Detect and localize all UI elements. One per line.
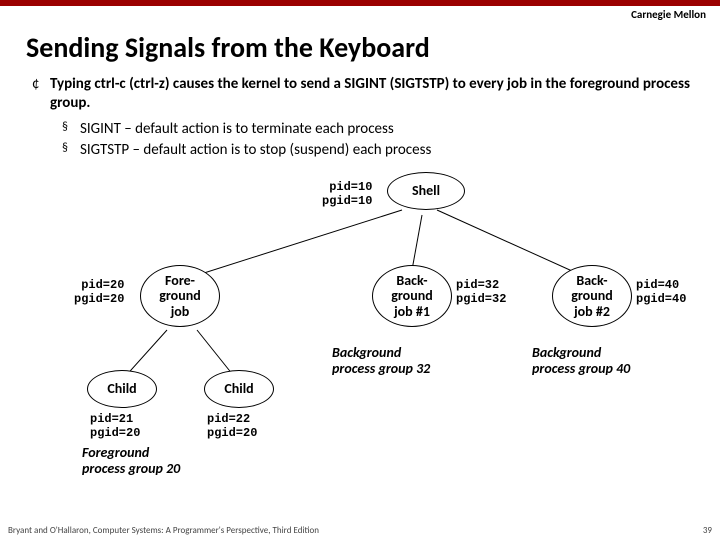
bg1-l2: ground	[391, 288, 433, 303]
grpfg-l2: process group 20	[82, 460, 180, 477]
bg1-l3: job #1	[394, 304, 430, 319]
bullet-marker: ¢	[32, 75, 50, 113]
bullet-main: ¢ Typing ctrl-c (ctrl-z) causes the kern…	[32, 75, 690, 113]
bg2-pid-label: pid=40 pgid=40	[636, 278, 686, 307]
shell-pid: pid=10	[329, 180, 372, 194]
sub-bullets: § SIGINT – default action is to terminat…	[62, 119, 690, 163]
fg-pid: pid=20	[81, 278, 124, 292]
sub-marker: §	[62, 119, 80, 141]
sub-bullet-2-text: SIGTSTP – default action is to stop (sus…	[80, 140, 431, 162]
group-40-label: Background process group 40	[532, 345, 630, 377]
child2-node: Child	[204, 370, 274, 408]
footer-left: Bryant and O'Hallaron, Computer Systems:…	[8, 525, 319, 536]
fg-l3: job	[171, 304, 190, 319]
bg2-l2: ground	[571, 288, 613, 303]
bg1-l1: Back-	[396, 273, 427, 288]
bg1-pgid: pgid=32	[456, 292, 506, 306]
slide-body: ¢ Typing ctrl-c (ctrl-z) causes the kern…	[32, 75, 690, 470]
group-fg-label: Foreground process group 20	[82, 445, 180, 477]
bg1-job-node: Back- ground job #1	[372, 265, 452, 327]
grp40-l1: Background	[532, 344, 601, 361]
c2-pid: pid=22	[207, 412, 250, 426]
page-number: 39	[703, 525, 712, 536]
grp32-l1: Background	[332, 344, 401, 361]
child1-node: Child	[87, 370, 157, 408]
sub-bullet-1: § SIGINT – default action is to terminat…	[62, 119, 690, 141]
c1-pid: pid=21	[90, 412, 133, 426]
shell-pgid: pgid=10	[322, 194, 372, 208]
sub-marker: §	[62, 140, 80, 162]
bg2-pgid: pgid=40	[636, 292, 686, 306]
accent-bar	[0, 0, 720, 6]
grp32-l2: process group 32	[332, 360, 430, 377]
group-32-label: Background process group 32	[332, 345, 430, 377]
shell-node: Shell	[387, 172, 465, 210]
fg-l2: ground	[159, 288, 201, 303]
child1-text: Child	[107, 381, 136, 396]
c1-pgid: pgid=20	[90, 426, 140, 440]
bg1-pid-label: pid=32 pgid=32	[456, 278, 506, 307]
shell-pid-label: pid=10 pgid=10	[322, 180, 372, 209]
child1-pid-label: pid=21 pgid=20	[90, 412, 140, 441]
bg2-l1: Back-	[576, 273, 607, 288]
fg-pid-label: pid=20 pgid=20	[74, 278, 124, 307]
process-tree-diagram: pid=10 pgid=10 Shell pid=20 pgid=20 Fore…	[32, 170, 690, 470]
fg-l1: Fore-	[165, 273, 195, 288]
grpfg-l1: Foreground	[82, 444, 149, 461]
bg2-pid: pid=40	[636, 278, 679, 292]
sub-bullet-2: § SIGTSTP – default action is to stop (s…	[62, 140, 690, 162]
grp40-l2: process group 40	[532, 360, 630, 377]
shell-text: Shell	[412, 183, 440, 198]
slide-footer: Bryant and O'Hallaron, Computer Systems:…	[8, 525, 712, 536]
bg2-job-node: Back- ground job #2	[552, 265, 632, 327]
bullet-main-text: Typing ctrl-c (ctrl-z) causes the kernel…	[50, 75, 690, 113]
brand-label: Carnegie Mellon	[631, 8, 706, 21]
slide-title: Sending Signals from the Keyboard	[26, 30, 720, 65]
fg-pgid: pgid=20	[74, 292, 124, 306]
sub-bullet-1-text: SIGINT – default action is to terminate …	[80, 119, 394, 141]
fg-job-node: Fore- ground job	[140, 265, 220, 327]
child2-pid-label: pid=22 pgid=20	[207, 412, 257, 441]
bg1-pid: pid=32	[456, 278, 499, 292]
child2-text: Child	[224, 381, 253, 396]
bg2-l3: job #2	[574, 304, 610, 319]
c2-pgid: pgid=20	[207, 426, 257, 440]
